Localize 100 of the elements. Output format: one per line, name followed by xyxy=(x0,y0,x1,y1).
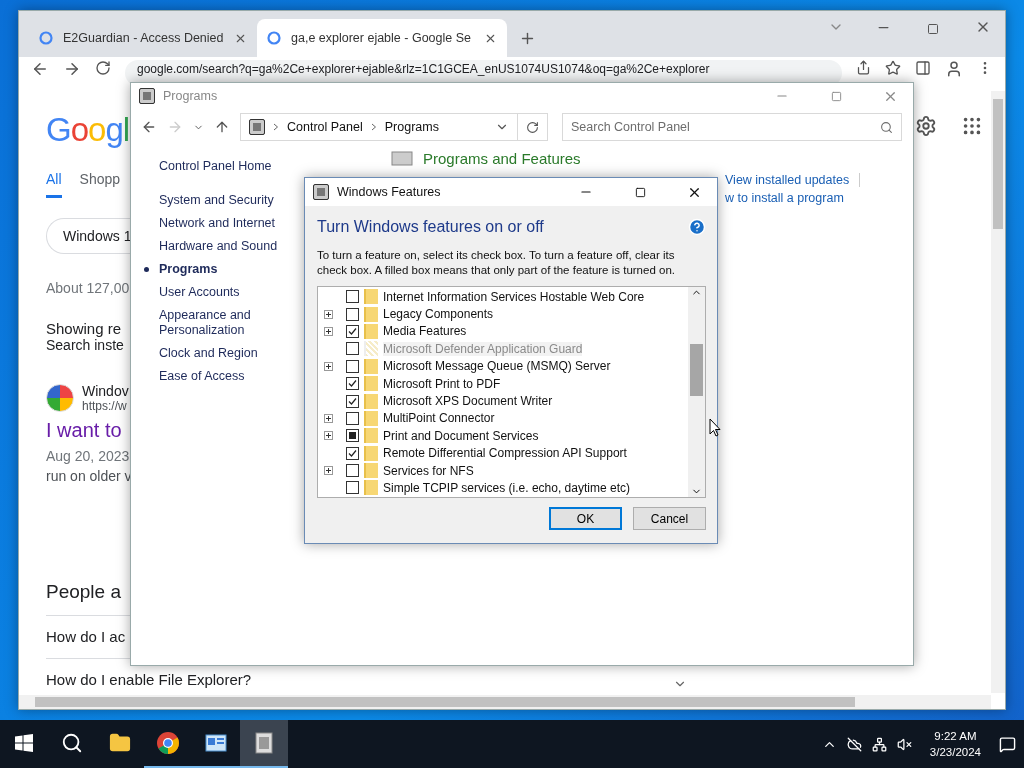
search-instead-link[interactable]: Search inste xyxy=(46,337,130,353)
checkbox[interactable] xyxy=(346,290,359,304)
feature-label[interactable]: Legacy Components xyxy=(383,307,494,322)
checkbox[interactable] xyxy=(346,359,359,373)
refresh-icon xyxy=(526,120,539,134)
dialog-title: Windows Features xyxy=(337,185,442,199)
side-panel-icon[interactable] xyxy=(915,60,931,76)
cloud-off-icon[interactable] xyxy=(846,736,862,752)
search-tab[interactable]: Shopp xyxy=(79,171,121,198)
sidebar-link[interactable]: Clock and Region xyxy=(159,346,299,361)
checkbox[interactable] xyxy=(346,307,359,321)
share-icon[interactable] xyxy=(856,60,871,75)
checkbox[interactable] xyxy=(346,377,359,391)
help-icon[interactable] xyxy=(688,218,706,236)
folder-icon[interactable] xyxy=(109,732,131,754)
feature-label[interactable]: Services for NFS xyxy=(383,463,474,478)
up-icon[interactable] xyxy=(214,119,230,135)
reload-icon[interactable] xyxy=(95,60,111,76)
checkbox[interactable] xyxy=(346,481,359,495)
search-tab[interactable]: All xyxy=(46,171,62,198)
control-panel-icon xyxy=(139,88,155,104)
browser-icon[interactable] xyxy=(156,731,180,755)
feature-label[interactable]: Microsoft XPS Document Writer xyxy=(383,394,553,409)
scroll-thumb[interactable] xyxy=(690,344,703,396)
vertical-scrollbar[interactable] xyxy=(991,91,1005,693)
result-title-link[interactable]: I want to xyxy=(46,419,130,442)
maximize-icon[interactable] xyxy=(927,23,939,35)
horizontal-scrollbar[interactable] xyxy=(19,695,991,709)
address-bar[interactable]: Control Panel Programs xyxy=(240,113,518,141)
checkbox[interactable] xyxy=(346,411,359,425)
volume-muted-icon[interactable] xyxy=(896,736,912,752)
profile-icon[interactable] xyxy=(945,60,963,78)
window-features-icon xyxy=(313,184,329,200)
checkbox[interactable] xyxy=(346,446,359,460)
back-icon[interactable] xyxy=(31,60,49,78)
result-url: https://w xyxy=(82,399,128,413)
new-tab-icon[interactable] xyxy=(519,30,536,47)
site-favicon xyxy=(46,384,74,412)
expand-icon[interactable] xyxy=(324,309,333,319)
expand-icon[interactable] xyxy=(324,431,333,441)
network-icon[interactable] xyxy=(871,736,887,752)
window-features-icon[interactable] xyxy=(255,732,273,754)
feature-label[interactable]: Remote Differential Compression API Support xyxy=(383,446,627,461)
control-panel-icon[interactable] xyxy=(205,733,227,753)
checkbox[interactable] xyxy=(346,324,359,338)
chevron-right-icon xyxy=(273,123,279,131)
task-link[interactable]: View installed updates xyxy=(725,173,861,187)
sidebar-link[interactable]: Network and Internet xyxy=(159,216,299,231)
feature-label[interactable]: MultiPoint Connector xyxy=(383,411,495,426)
checkbox[interactable] xyxy=(346,394,359,408)
back-icon[interactable] xyxy=(141,119,157,135)
feature-label[interactable]: Media Features xyxy=(383,324,467,339)
windows-logo-icon[interactable] xyxy=(15,734,33,752)
feature-label[interactable]: Microsoft Message Queue (MSMQ) Server xyxy=(383,359,611,374)
sidebar-link[interactable]: Appearance and Personalization xyxy=(159,308,299,338)
notification-icon[interactable] xyxy=(999,735,1016,753)
google-icon xyxy=(39,31,53,45)
expand-icon[interactable] xyxy=(324,413,333,423)
sidebar-link[interactable]: User Accounts xyxy=(159,285,299,300)
feature-label[interactable]: Simple TCPIP services (i.e. echo, daytime etc) xyxy=(383,481,630,495)
programs-icon xyxy=(391,149,413,167)
feature-label[interactable]: Print and Document Services xyxy=(383,428,539,443)
list-scrollbar[interactable] xyxy=(688,287,705,497)
people-also-ask-heading: People a xyxy=(46,581,122,603)
breadcrumb[interactable]: Control Panel xyxy=(287,120,363,134)
bullet-icon xyxy=(144,267,149,272)
feature-label[interactable]: Microsoft Print to PDF xyxy=(383,376,501,391)
forward-icon[interactable] xyxy=(63,60,81,78)
chevron-right-icon xyxy=(370,123,377,131)
question-item[interactable]: How do I ac xyxy=(46,628,126,645)
clock[interactable]: 9:22 AM 3/23/2024 xyxy=(929,728,981,760)
star-icon[interactable] xyxy=(885,60,901,76)
question-item[interactable]: How do I enable File Explorer? xyxy=(46,671,252,688)
window-title: Programs xyxy=(163,89,219,103)
sidebar-link[interactable]: System and Security xyxy=(159,193,299,208)
expand-icon[interactable] xyxy=(324,361,333,371)
sidebar-link[interactable]: Control Panel Home xyxy=(159,159,299,174)
feature-label[interactable]: Internet Information Services Hostable Web Core xyxy=(383,289,645,304)
expand-icon[interactable] xyxy=(324,326,333,336)
checkbox[interactable] xyxy=(346,464,359,478)
search-field[interactable]: Search Control Panel xyxy=(562,113,902,141)
breadcrumb[interactable]: Programs xyxy=(384,120,439,134)
dialog-button[interactable]: OK xyxy=(549,507,622,530)
expand-icon[interactable] xyxy=(324,466,333,476)
apps-grid-icon[interactable] xyxy=(961,115,983,137)
sidebar-link[interactable]: Hardware and Sound xyxy=(159,239,299,254)
task-link[interactable]: w to install a program xyxy=(725,191,854,205)
google-icon xyxy=(267,31,281,45)
google-logo: Googl xyxy=(46,111,130,149)
result-date: Aug 20, 2023 xyxy=(46,448,130,464)
sidebar-link[interactable]: Programs xyxy=(159,262,299,277)
section-heading[interactable]: Programs and Features xyxy=(423,149,581,167)
browser-tab[interactable]: E2Guardian - Access Denied xyxy=(29,19,255,57)
dialog-button[interactable]: Cancel xyxy=(633,507,706,530)
refresh-button[interactable] xyxy=(518,113,548,141)
settings-icon[interactable] xyxy=(915,115,937,137)
search-icon[interactable] xyxy=(61,732,83,754)
browser-tab[interactable]: ga,e explorer ejable - Google Se xyxy=(257,19,507,57)
sidebar-link[interactable]: Ease of Access xyxy=(159,369,299,384)
instructions-text: To turn a feature on, select its check box. To turn a feature off, clear its check box. A filled box means that only part of the feature is turned on. xyxy=(317,248,676,278)
